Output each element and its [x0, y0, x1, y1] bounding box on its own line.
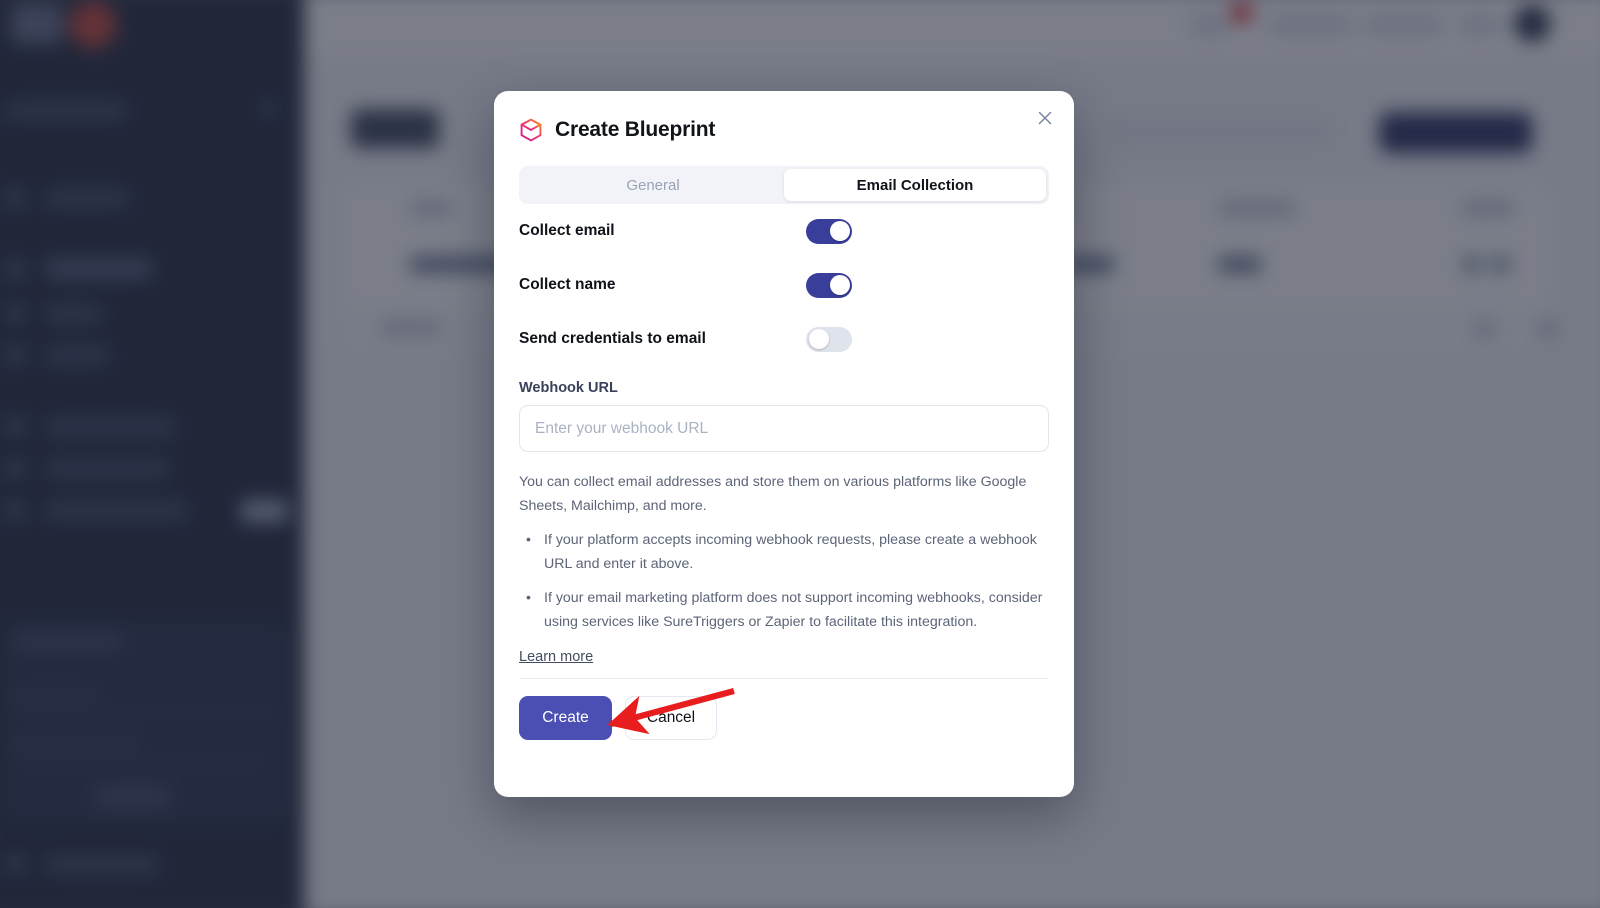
page-title: Create Blueprint	[555, 118, 716, 141]
create-button[interactable]: Create	[519, 695, 612, 740]
collect-name-row: Collect name	[519, 258, 1049, 312]
webhook-field-group: Webhook URL	[519, 380, 1049, 452]
send-credentials-toggle[interactable]	[806, 326, 852, 352]
collect-email-label: Collect email	[519, 222, 615, 239]
modal-actions: Create Cancel	[519, 695, 1049, 740]
modal-header: Create Blueprint	[494, 91, 1074, 143]
collect-name-toggle[interactable]	[806, 272, 852, 298]
modal-tabs: General Email Collection	[519, 166, 1049, 204]
footer-divider	[519, 677, 1049, 679]
helper-intro: You can collect email addresses and stor…	[519, 474, 1027, 515]
helper-bullet-list: If your platform accepts incoming webhoo…	[519, 528, 1049, 635]
create-blueprint-modal: Create Blueprint General Email Collectio…	[494, 91, 1074, 797]
tab-general[interactable]: General	[522, 169, 784, 201]
toggle-knob	[829, 221, 850, 241]
webhook-url-input[interactable]	[519, 405, 1049, 452]
toggle-knob	[829, 275, 850, 295]
list-item: If your email marketing platform does no…	[526, 586, 1049, 635]
send-credentials-row: Send credentials to email	[519, 312, 1049, 366]
app-root: Create Blueprint General Email Collectio…	[0, 0, 1600, 908]
collect-email-row: Collect email	[519, 204, 1049, 258]
close-icon[interactable]	[1032, 105, 1058, 131]
webhook-url-label: Webhook URL	[519, 380, 618, 396]
list-item: If your platform accepts incoming webhoo…	[526, 528, 1049, 577]
learn-more-link[interactable]: Learn more	[519, 649, 593, 665]
send-credentials-label: Send credentials to email	[519, 330, 706, 347]
cube-icon	[518, 117, 544, 143]
cancel-button[interactable]: Cancel	[625, 695, 717, 740]
tab-email-collection[interactable]: Email Collection	[784, 169, 1046, 201]
toggle-knob	[808, 329, 829, 349]
helper-text-block: You can collect email addresses and stor…	[519, 470, 1049, 635]
collect-name-label: Collect name	[519, 276, 616, 293]
collect-email-toggle[interactable]	[806, 218, 852, 244]
